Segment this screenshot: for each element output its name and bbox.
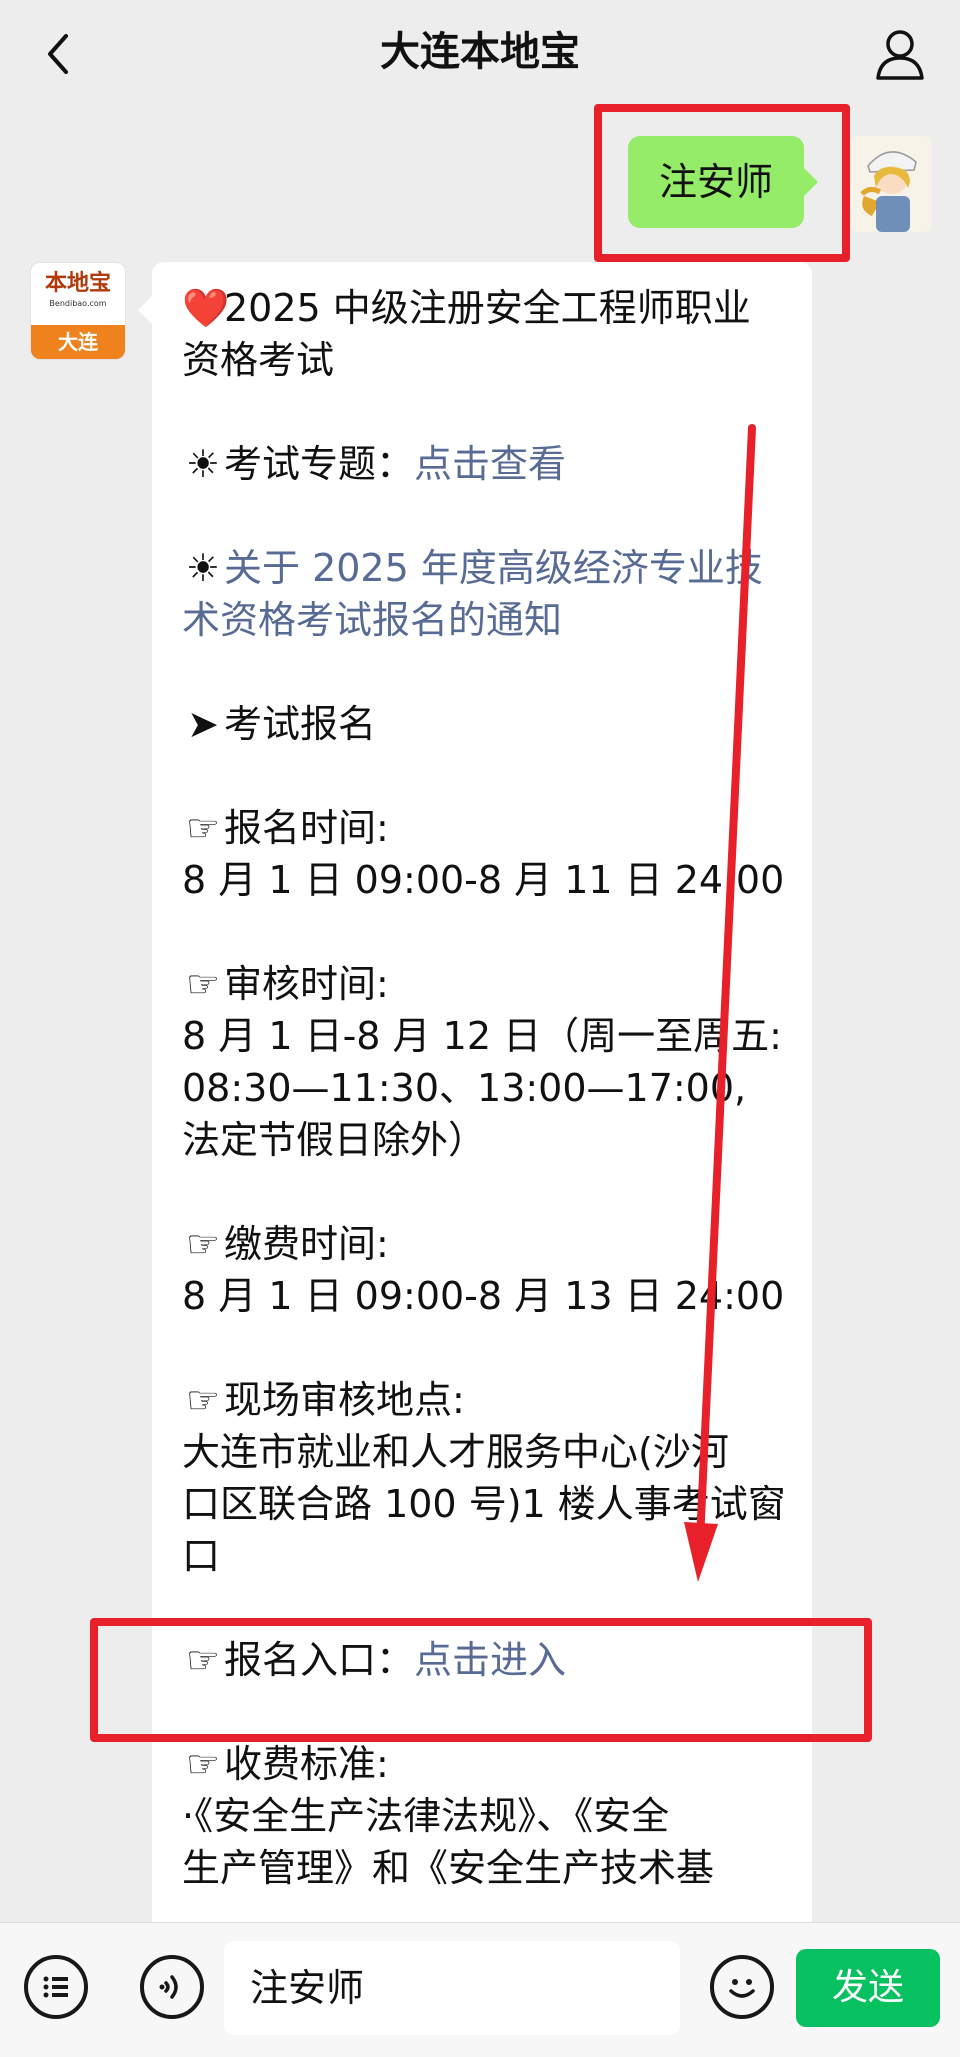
- voice-button[interactable]: [140, 1955, 204, 2019]
- annotation-arrow: [684, 424, 756, 1582]
- menu-toggle-button[interactable]: [24, 1955, 88, 2019]
- emoji-button[interactable]: [710, 1955, 774, 2019]
- message-input[interactable]: 注安师: [224, 1941, 680, 2035]
- emoji-icon: [729, 1979, 755, 1998]
- send-button[interactable]: 发送: [796, 1949, 940, 2027]
- input-bar: 注安师 发送: [0, 1922, 960, 2057]
- list-icon: [43, 1976, 68, 1998]
- voice-icon: [159, 1975, 178, 1999]
